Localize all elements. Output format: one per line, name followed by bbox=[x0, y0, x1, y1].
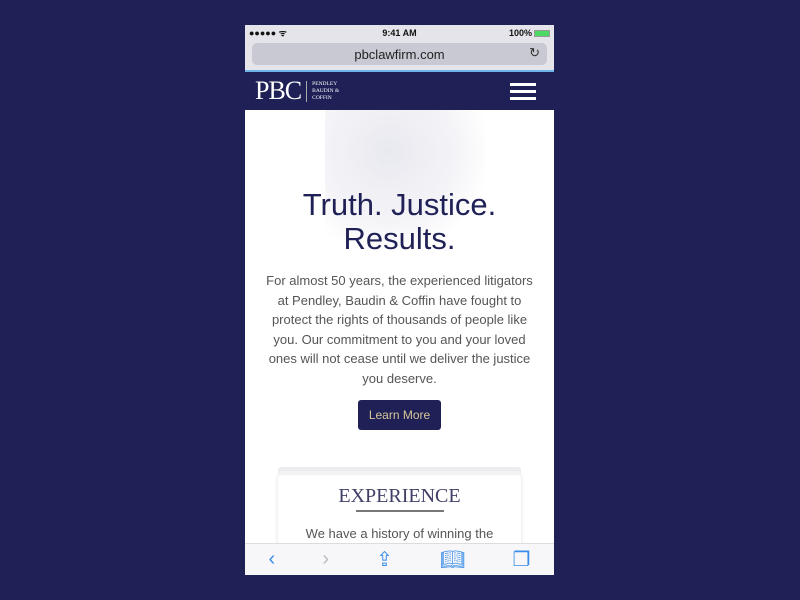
reload-icon[interactable]: ↻ bbox=[529, 45, 540, 61]
browser-toolbar: ‹ › ⇪ 📖︎ ❐ bbox=[245, 543, 554, 575]
tabs-icon[interactable]: ❐ bbox=[512, 547, 530, 572]
battery-icon bbox=[534, 29, 550, 37]
hamburger-menu-icon[interactable] bbox=[510, 79, 536, 104]
logo-line: COFFIN bbox=[312, 94, 332, 101]
site-header: PBC PENDLEY BAUDIN & COFFIN bbox=[245, 72, 554, 110]
share-icon[interactable]: ⇪ bbox=[376, 547, 393, 572]
title-line: Truth. Justice. bbox=[302, 187, 497, 222]
back-icon[interactable]: ‹ bbox=[269, 548, 276, 571]
learn-more-button[interactable]: Learn More bbox=[357, 400, 442, 430]
logo-line: PENDLEY bbox=[312, 80, 338, 87]
card-title: EXPERIENCE bbox=[338, 485, 461, 507]
address-bar[interactable]: pbclawfirm.com ↻ bbox=[252, 43, 547, 65]
url-text: pbclawfirm.com bbox=[354, 46, 445, 62]
phone-screen: ●●●●● ᯤ 9:41 AM 100% pbclawfirm.com ↻ PB… bbox=[245, 25, 554, 575]
signal-icon: ●●●●● ᯤ bbox=[249, 28, 287, 38]
hero-description: For almost 50 years, the experienced lit… bbox=[266, 273, 533, 386]
title-line: Results. bbox=[343, 221, 456, 256]
battery-group: 100% bbox=[509, 28, 550, 38]
logo-line: BAUDIN & bbox=[312, 87, 340, 94]
battery-percent: 100% bbox=[508, 27, 532, 38]
logo[interactable]: PBC PENDLEY BAUDIN & COFFIN bbox=[255, 76, 339, 106]
title-underline bbox=[355, 510, 444, 512]
hero-section: Truth. Justice. Results. For almost 50 y… bbox=[245, 110, 554, 565]
forward-icon[interactable]: › bbox=[322, 548, 329, 571]
logo-text: PENDLEY BAUDIN & COFFIN bbox=[306, 80, 340, 102]
logo-mark: PBC bbox=[255, 76, 302, 105]
address-bar-area: pbclawfirm.com ↻ bbox=[245, 40, 554, 72]
status-bar: ●●●●● ᯤ 9:41 AM 100% bbox=[245, 25, 554, 40]
clock: 9:41 AM bbox=[382, 27, 417, 38]
card-text: We have a history of winning the bbox=[305, 526, 494, 541]
hero-title: Truth. Justice. Results. bbox=[245, 110, 554, 256]
bookmarks-icon[interactable]: 📖︎ bbox=[440, 547, 465, 572]
